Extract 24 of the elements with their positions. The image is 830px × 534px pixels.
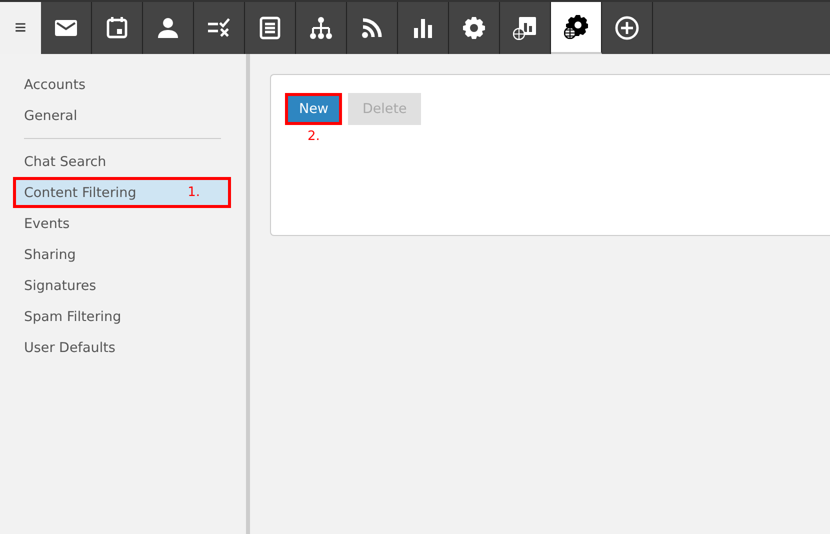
sidebar-item[interactable]: User Defaults <box>12 332 232 363</box>
sidebar-item[interactable]: Sharing <box>12 239 232 270</box>
sidebar-item[interactable]: Content Filtering 1. <box>13 177 231 208</box>
hierarchy-icon <box>309 16 333 40</box>
document-icon <box>258 16 282 40</box>
sidebar-item[interactable]: Accounts <box>12 69 232 100</box>
gear-globe-icon <box>564 15 588 39</box>
bar-chart-icon <box>411 16 435 40</box>
rss-icon <box>360 16 384 40</box>
callout-number: 1. <box>188 185 200 200</box>
sidebar-item[interactable]: Signatures <box>12 270 232 301</box>
plus-circle-icon <box>615 16 639 40</box>
sidebar-item[interactable]: Chat Search <box>12 146 232 177</box>
toolbar-tab[interactable] <box>551 2 602 54</box>
gear-icon <box>462 16 486 40</box>
new-button[interactable]: New <box>285 93 342 125</box>
sidebar-item[interactable]: Events <box>12 208 232 239</box>
person-icon <box>156 16 180 40</box>
sidebar-item[interactable]: General <box>12 100 232 131</box>
sidebar-item[interactable]: Spam Filtering <box>12 301 232 332</box>
report-globe-icon <box>513 16 537 40</box>
callout-number: 2. <box>308 129 320 144</box>
calendar-icon <box>105 16 129 40</box>
menu-button[interactable]: ≡ <box>0 2 41 54</box>
